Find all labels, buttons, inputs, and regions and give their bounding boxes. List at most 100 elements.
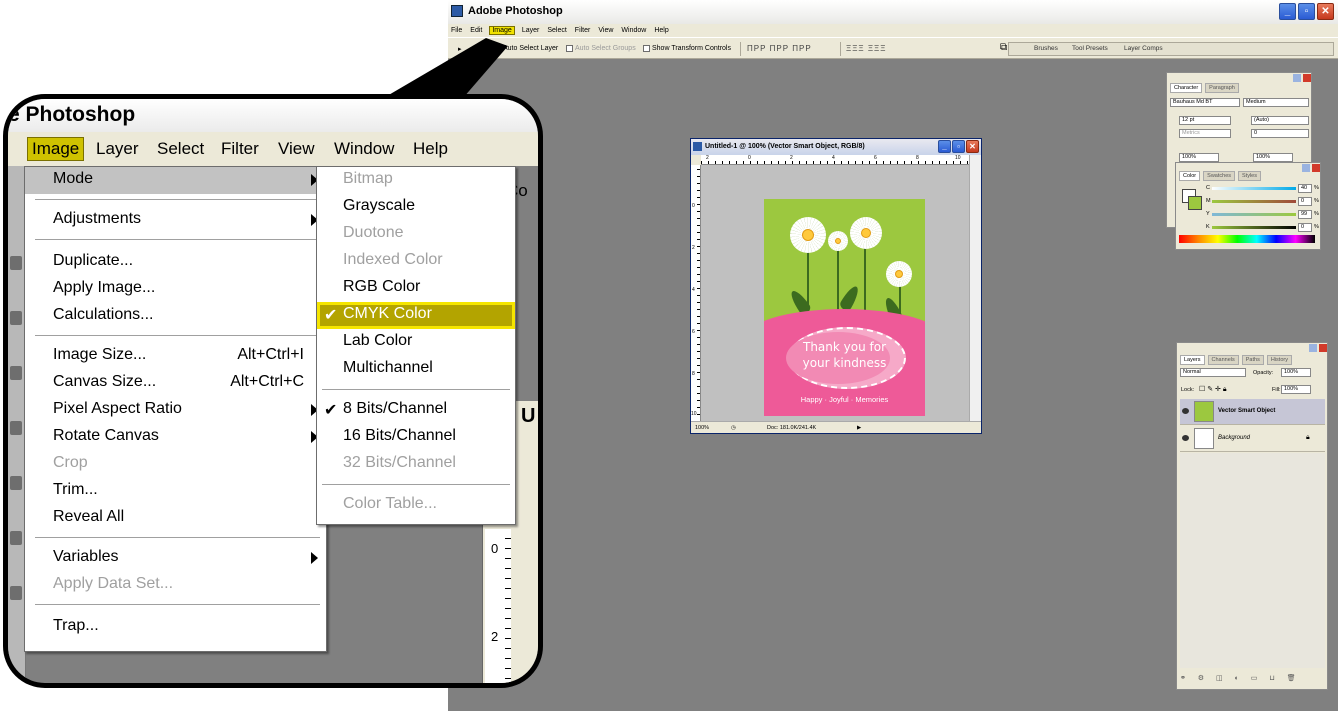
document-window[interactable]: Untitled-1 @ 100% (Vector Smart Object, … xyxy=(690,138,982,434)
tab-tool-presets[interactable]: Tool Presets xyxy=(1072,45,1108,52)
tool-icon[interactable] xyxy=(10,531,22,545)
layer-name[interactable]: Vector Smart Object xyxy=(1218,408,1275,414)
menu-item-adjustments[interactable]: Adjustments xyxy=(25,207,326,234)
menu-item-apply-image[interactable]: Apply Image... xyxy=(25,276,326,303)
menu-item-canvas-size[interactable]: Canvas Size... Alt+Ctrl+C xyxy=(25,370,326,397)
menu-file[interactable]: File xyxy=(451,27,462,34)
palette-minimize-button[interactable] xyxy=(1302,164,1310,172)
mode-item-8-bits[interactable]: ✔ 8 Bits/Channel xyxy=(317,397,515,424)
status-arrow-icon[interactable]: ▶ xyxy=(857,425,861,431)
horizontal-ruler[interactable]: 2 0 2 4 6 8 10 xyxy=(701,155,969,165)
tab-layers[interactable]: Layers xyxy=(1180,355,1205,365)
blend-mode-select[interactable]: Normal xyxy=(1180,368,1246,377)
layer-row-background[interactable]: Background 🔒︎ xyxy=(1180,426,1325,452)
vertical-ruler[interactable]: 0 2 4 6 8 10 xyxy=(691,165,701,422)
tab-layer-comps[interactable]: Layer Comps xyxy=(1124,45,1163,52)
magenta-slider[interactable] xyxy=(1212,200,1296,203)
menu-image[interactable]: Image xyxy=(489,26,515,35)
black-slider[interactable] xyxy=(1212,226,1296,229)
palette-close-button[interactable] xyxy=(1312,164,1320,172)
auto-select-layer-checkbox[interactable] xyxy=(494,45,501,52)
mode-item-16-bits[interactable]: 16 Bits/Channel xyxy=(317,424,515,451)
mode-item-multichannel[interactable]: Multichannel xyxy=(317,356,515,383)
tracking-field[interactable]: 0 xyxy=(1251,129,1309,138)
font-family-select[interactable]: Bauhaus Md BT xyxy=(1170,98,1240,107)
callout-menu-view[interactable]: View xyxy=(278,139,315,159)
visibility-eye-icon[interactable] xyxy=(1182,408,1189,414)
yellow-value[interactable]: 99 xyxy=(1298,210,1312,219)
tab-history[interactable]: History xyxy=(1266,355,1292,365)
show-transform-controls-checkbox[interactable] xyxy=(643,45,650,52)
menu-item-trim[interactable]: Trim... xyxy=(25,478,326,505)
layer-row-vector-smart-object[interactable]: Vector Smart Object xyxy=(1180,399,1325,425)
align-buttons[interactable]: ПРР ПРР ПРР xyxy=(747,44,812,53)
callout-menu-window[interactable]: Window xyxy=(334,139,394,159)
tab-character[interactable]: Character xyxy=(1170,83,1203,93)
layers-footer-buttons[interactable]: ⚭ ⚙ ◫ ◐ ▭ ⊔ 🗑︎ xyxy=(1180,674,1325,686)
tab-channels[interactable]: Channels xyxy=(1207,355,1239,365)
tool-icon[interactable] xyxy=(10,256,22,270)
cyan-slider[interactable] xyxy=(1212,187,1296,190)
palette-minimize-button[interactable] xyxy=(1293,74,1301,82)
mode-item-grayscale[interactable]: Grayscale xyxy=(317,194,515,221)
minimize-button[interactable]: _ xyxy=(1279,3,1296,20)
doc-maximize-button[interactable]: ▫ xyxy=(952,140,965,153)
menu-help[interactable]: Help xyxy=(654,27,668,34)
menu-item-mode[interactable]: Mode xyxy=(25,167,326,194)
zoom-level[interactable]: 100% xyxy=(695,425,709,431)
distribute-buttons[interactable]: ΞΞΞ ΞΞΞ xyxy=(846,44,886,53)
show-transform-controls-option[interactable]: Show Transform Controls xyxy=(643,45,731,52)
palette-close-button[interactable] xyxy=(1303,74,1311,82)
menu-item-variables[interactable]: Variables xyxy=(25,545,326,572)
tab-color[interactable]: Color xyxy=(1179,171,1201,181)
callout-menu-image[interactable]: Image xyxy=(26,137,85,161)
menu-item-duplicate[interactable]: Duplicate... xyxy=(25,249,326,276)
menu-layer[interactable]: Layer xyxy=(522,27,540,34)
vertical-scrollbar[interactable] xyxy=(969,155,981,422)
menu-item-calculations[interactable]: Calculations... xyxy=(25,303,326,330)
palette-close-button[interactable] xyxy=(1319,344,1327,352)
callout-menu-help[interactable]: Help xyxy=(413,139,448,159)
mode-item-cmyk-color[interactable]: ✔ CMYK Color xyxy=(317,302,515,329)
callout-menu-select[interactable]: Select xyxy=(157,139,204,159)
close-button[interactable]: ✕ xyxy=(1317,3,1334,20)
font-style-select[interactable]: Medium xyxy=(1243,98,1309,107)
palette-minimize-button[interactable] xyxy=(1309,344,1317,352)
menu-filter[interactable]: Filter xyxy=(575,27,591,34)
tab-brushes[interactable]: Brushes xyxy=(1034,45,1058,52)
doc-minimize-button[interactable]: _ xyxy=(938,140,951,153)
callout-menu-filter[interactable]: Filter xyxy=(221,139,259,159)
menu-item-rotate-canvas[interactable]: Rotate Canvas xyxy=(25,424,326,451)
tab-swatches[interactable]: Swatches xyxy=(1203,171,1236,181)
cyan-value[interactable]: 40 xyxy=(1298,184,1312,193)
tab-paths[interactable]: Paths xyxy=(1241,355,1264,365)
magenta-value[interactable]: 0 xyxy=(1298,197,1312,206)
vertical-scale-field[interactable]: 100% xyxy=(1179,153,1219,162)
callout-menu-layer[interactable]: Layer xyxy=(96,139,139,159)
menu-item-trap[interactable]: Trap... xyxy=(25,614,326,641)
menu-item-reveal-all[interactable]: Reveal All xyxy=(25,505,326,532)
horizontal-scale-field[interactable]: 100% xyxy=(1253,153,1293,162)
font-size-field[interactable]: 12 pt xyxy=(1179,116,1231,125)
menu-window[interactable]: Window xyxy=(621,27,646,34)
tab-styles[interactable]: Styles xyxy=(1238,171,1261,181)
doc-close-button[interactable]: ✕ xyxy=(966,140,979,153)
tool-icon[interactable] xyxy=(10,366,22,380)
mode-item-rgb-color[interactable]: RGB Color xyxy=(317,275,515,302)
menu-view[interactable]: View xyxy=(598,27,613,34)
lock-icons[interactable]: ☐ ✎ ✛ 🔒︎ xyxy=(1199,385,1227,394)
black-value[interactable]: 0 xyxy=(1298,223,1312,232)
visibility-eye-icon[interactable] xyxy=(1182,435,1189,441)
color-spectrum-bar[interactable] xyxy=(1179,235,1315,243)
status-icon[interactable]: ◷ xyxy=(731,425,736,431)
palette-well-icon[interactable]: ⧉ xyxy=(1000,42,1007,53)
tool-icon[interactable] xyxy=(10,421,22,435)
fill-field[interactable]: 100% xyxy=(1281,385,1311,394)
yellow-slider[interactable] xyxy=(1212,213,1296,216)
layer-name[interactable]: Background xyxy=(1218,435,1250,441)
menu-item-pixel-aspect-ratio[interactable]: Pixel Aspect Ratio xyxy=(25,397,326,424)
maximize-button[interactable]: ▫ xyxy=(1298,3,1315,20)
tool-icon[interactable] xyxy=(10,311,22,325)
menu-edit[interactable]: Edit xyxy=(470,27,482,34)
tool-icon[interactable] xyxy=(10,586,22,600)
